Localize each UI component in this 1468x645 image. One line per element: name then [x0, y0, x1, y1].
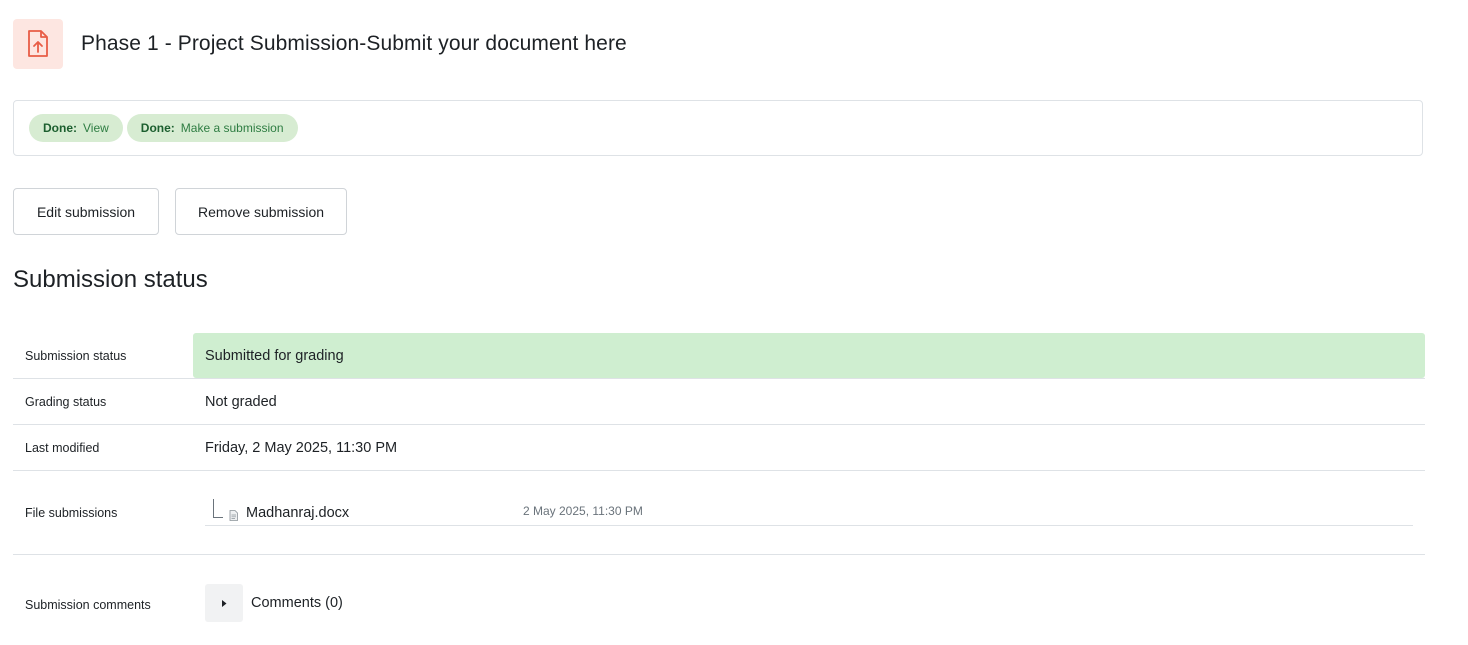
comments-toggle[interactable]: Comments (0): [205, 584, 343, 622]
table-row: Submission comments Comments (0): [13, 555, 1425, 645]
grading-status-value: Not graded: [205, 393, 277, 410]
submission-status-value: Submitted for grading: [193, 333, 1425, 378]
document-icon: [229, 509, 238, 525]
row-label: Grading status: [25, 394, 107, 409]
assignment-upload-icon: [13, 19, 63, 70]
completion-label: Make a submission: [180, 121, 284, 135]
completion-status: Done:: [140, 121, 175, 135]
comments-cell: Comments (0): [193, 555, 1425, 645]
comments-label[interactable]: Comments (0): [251, 595, 343, 611]
remove-submission-button[interactable]: Remove submission: [175, 188, 347, 235]
completion-label: View: [83, 121, 109, 135]
page-title: Phase 1 - Project Submission-Submit your…: [81, 32, 627, 56]
table-row: Grading status Not graded: [13, 379, 1425, 425]
section-title: Submission status: [13, 266, 208, 293]
completion-status: Done:: [43, 121, 77, 135]
completion-badge-view: Done: View: [29, 114, 123, 142]
row-label: Last modified: [25, 440, 100, 455]
last-modified-value: Friday, 2 May 2025, 11:30 PM: [205, 439, 398, 456]
file-submissions-cell: Madhanraj.docx 2 May 2025, 11:30 PM: [193, 471, 1425, 554]
tree-connector: [213, 499, 223, 518]
file-link[interactable]: Madhanraj.docx: [246, 505, 349, 521]
completion-badge-submission: Done: Make a submission: [126, 114, 298, 142]
edit-submission-button[interactable]: Edit submission: [13, 188, 159, 235]
divider: [205, 525, 1413, 526]
assignment-page: Phase 1 - Project Submission-Submit your…: [0, 0, 1468, 645]
activity-completion: Done: View Done: Make a submission: [13, 100, 1423, 156]
file-date: 2 May 2025, 11:30 PM: [523, 504, 643, 518]
row-label: File submissions: [25, 505, 118, 520]
file-tree: Madhanraj.docx 2 May 2025, 11:30 PM: [205, 471, 1413, 554]
row-label: Submission status: [25, 348, 127, 363]
table-row: Submission status Submitted for grading: [13, 333, 1425, 379]
table-row: File submissions Madhanraj.docx 2 May 20…: [13, 471, 1425, 555]
table-row: Last modified Friday, 2 May 2025, 11:30 …: [13, 425, 1425, 471]
submission-status-table: Submission status Submitted for grading …: [13, 333, 1425, 645]
caret-right-icon: [222, 599, 227, 607]
expand-comments-button[interactable]: [205, 584, 243, 622]
row-label: Submission comments: [25, 598, 151, 612]
page-header: Phase 1 - Project Submission-Submit your…: [13, 18, 627, 70]
